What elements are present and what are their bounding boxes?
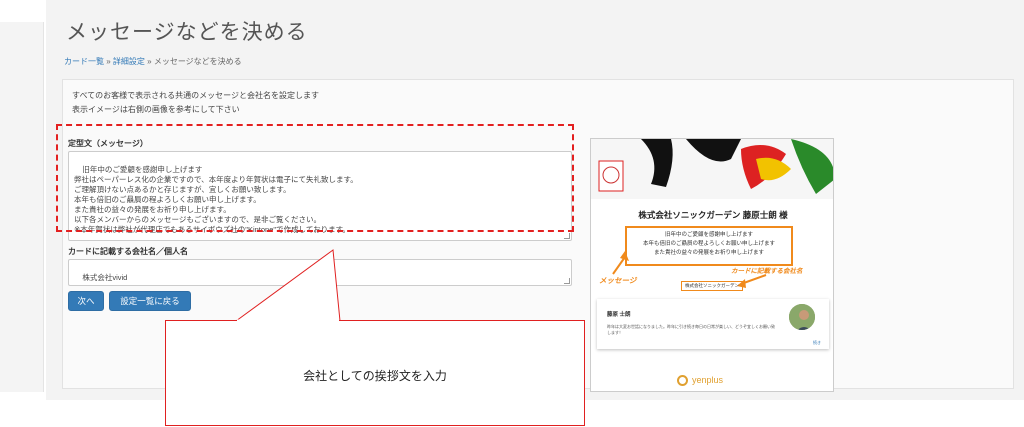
- callout-text: 会社としての挨拶文を入力: [303, 369, 447, 383]
- callout-box: 会社としての挨拶文を入力: [165, 320, 585, 426]
- page: メッセージなどを決める カード一覧 » 詳細設定 » メッセージなどを決める す…: [0, 0, 1024, 427]
